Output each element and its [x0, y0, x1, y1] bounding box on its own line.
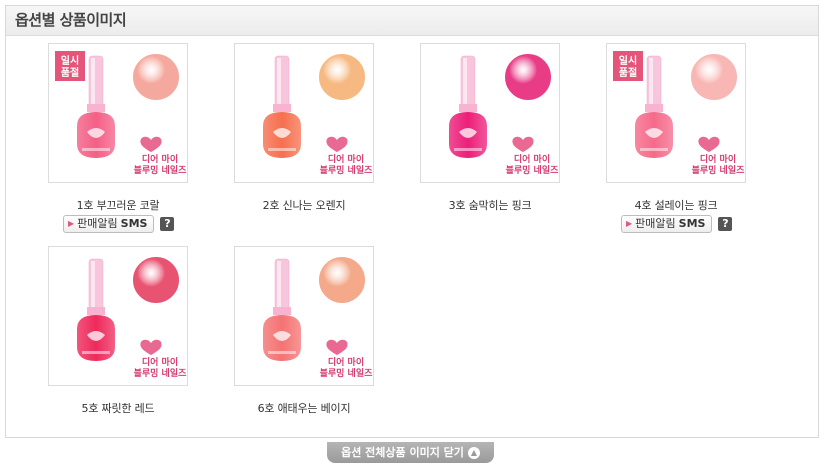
nail-polish-illustration: 디어 마이 블루밍 네일즈	[263, 255, 374, 379]
close-all-images-label: 옵션 전체상품 이미지 닫기	[341, 446, 464, 459]
badge-line-2: 품절	[619, 66, 637, 79]
logo-line-2: 블루밍 네일즈	[134, 164, 188, 176]
logo-line-2: 블루밍 네일즈	[506, 164, 560, 176]
logo-line-1: 디어 마이	[142, 356, 178, 368]
sms-alert-row: ▶ 판매알림 SMS ?	[621, 215, 733, 233]
nail-polish-illustration: 일시 품절 디어 마이 블루밍 네일즈	[55, 51, 188, 176]
sms-alert-label: 판매알림	[635, 217, 676, 230]
logo-line-2: 블루밍 네일즈	[320, 367, 374, 379]
product-option-caption: 4호 설레이는 핑크	[634, 199, 718, 212]
sms-label: SMS	[678, 217, 706, 230]
logo-line-1: 디어 마이	[142, 153, 178, 165]
sold-out-badge: 일시 품절	[613, 51, 643, 81]
chevron-up-icon: ▲	[467, 446, 480, 459]
help-icon[interactable]: ?	[718, 217, 733, 231]
brand-logo: 디어 마이 블루밍 네일즈	[506, 136, 560, 176]
badge-line-1: 일시	[619, 54, 637, 67]
logo-line-2: 블루밍 네일즈	[692, 164, 746, 176]
sms-label: SMS	[120, 217, 148, 230]
badge-line-1: 일시	[61, 54, 79, 67]
product-image[interactable]: 디어 마이 블루밍 네일즈	[48, 246, 188, 386]
logo-line-1: 디어 마이	[700, 153, 736, 165]
help-icon[interactable]: ?	[160, 217, 175, 231]
brand-logo: 디어 마이 블루밍 네일즈	[320, 136, 374, 176]
arrow-right-icon: ▶	[68, 219, 75, 228]
nail-polish-illustration: 디어 마이 블루밍 네일즈	[77, 255, 188, 379]
panel-title: 옵션별 상품이미지	[6, 6, 818, 36]
logo-line-1: 디어 마이	[514, 153, 550, 165]
sms-alert-button[interactable]: ▶ 판매알림 SMS	[621, 215, 713, 233]
product-image[interactable]: 디어 마이 블루밍 네일즈	[234, 43, 374, 183]
product-image[interactable]: 일시 품절 디어 마이 블루밍 네일즈	[606, 43, 746, 183]
sold-out-badge: 일시 품절	[55, 51, 85, 81]
nail-polish-illustration: 디어 마이 블루밍 네일즈	[263, 52, 374, 176]
product-image[interactable]: 일시 품절 디어 마이 블루밍 네일즈	[48, 43, 188, 183]
sms-alert-button[interactable]: ▶ 판매알림 SMS	[63, 215, 155, 233]
logo-line-2: 블루밍 네일즈	[320, 164, 374, 176]
badge-line-2: 품절	[61, 66, 79, 79]
logo-line-1: 디어 마이	[328, 153, 364, 165]
product-image[interactable]: 디어 마이 블루밍 네일즈	[420, 43, 560, 183]
sms-alert-label: 판매알림	[77, 217, 118, 230]
option-images-panel: 옵션별 상품이미지 일시 품절 디어 마이 블루밍 네일즈 1호 부끄러운 코랄…	[5, 5, 819, 438]
sms-alert-row: ▶ 판매알림 SMS ?	[63, 215, 175, 233]
product-option-caption: 6호 애태우는 베이지	[257, 402, 351, 415]
brand-logo: 디어 마이 블루밍 네일즈	[134, 339, 188, 379]
logo-line-2: 블루밍 네일즈	[134, 367, 188, 379]
product-image[interactable]: 디어 마이 블루밍 네일즈	[234, 246, 374, 386]
brand-logo: 디어 마이 블루밍 네일즈	[692, 136, 746, 176]
brand-logo: 디어 마이 블루밍 네일즈	[134, 136, 188, 176]
nail-polish-illustration: 디어 마이 블루밍 네일즈	[449, 52, 560, 176]
brand-logo: 디어 마이 블루밍 네일즈	[320, 339, 374, 379]
logo-line-1: 디어 마이	[328, 356, 364, 368]
nail-polish-illustration: 일시 품절 디어 마이 블루밍 네일즈	[613, 51, 746, 176]
close-all-images-button[interactable]: 옵션 전체상품 이미지 닫기 ▲	[327, 442, 494, 463]
arrow-right-icon: ▶	[626, 219, 633, 228]
